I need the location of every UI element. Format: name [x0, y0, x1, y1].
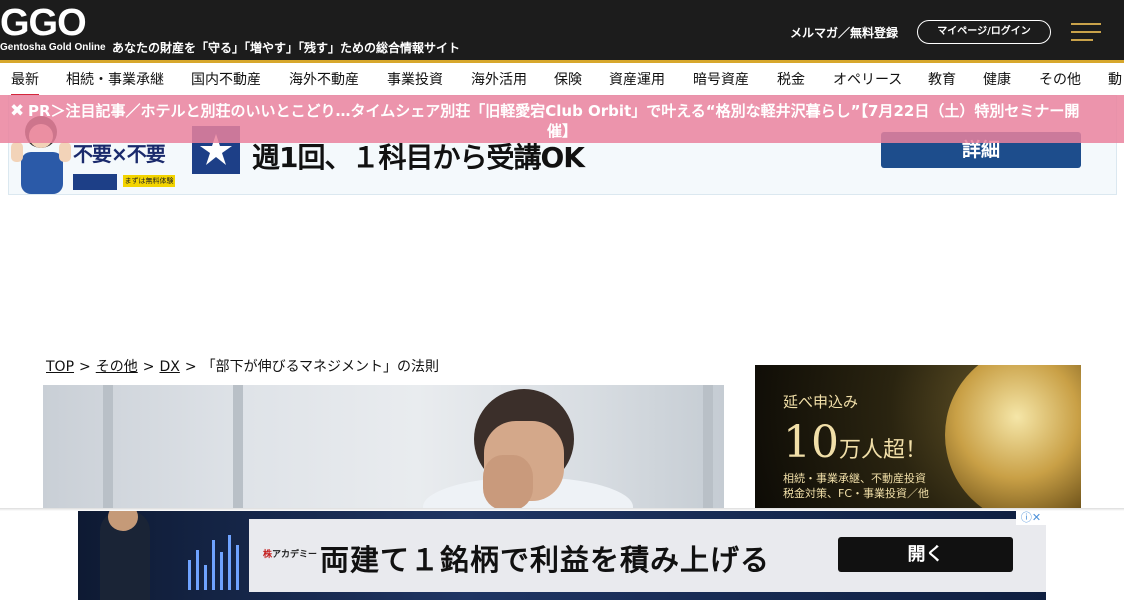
- nav-item-domestic-realestate[interactable]: 国内不動産: [191, 69, 261, 89]
- close-icon[interactable]: ✖: [10, 101, 24, 121]
- chart-bar: [228, 535, 231, 590]
- sidebar-ad-number: 10: [783, 417, 839, 468]
- site-logo[interactable]: GGO: [0, 4, 87, 42]
- free-trial-button[interactable]: まずは無料体験: [123, 175, 175, 187]
- nav-item-asset-management[interactable]: 資産運用: [609, 69, 665, 89]
- nav-item-overseas-use[interactable]: 海外活用: [471, 69, 527, 89]
- chart-bar: [220, 552, 223, 590]
- chart-bar: [196, 550, 199, 590]
- chart-bar: [212, 540, 215, 590]
- breadcrumb-top[interactable]: TOP: [46, 359, 74, 375]
- chart-bar: [204, 565, 207, 590]
- sidebar-ad-line1: 延べ申込み: [783, 393, 859, 411]
- school-logo: [73, 174, 117, 190]
- adchoices-icon[interactable]: ⓘ✕: [1016, 511, 1046, 525]
- window-frame: [233, 385, 243, 510]
- breadcrumb-separator: >: [142, 359, 155, 375]
- sidebar-ad-unit: 万人超！: [839, 438, 928, 463]
- nav-item-video[interactable]: 動: [1108, 69, 1122, 89]
- globe-icon: [945, 365, 1081, 510]
- nav-item-insurance[interactable]: 保険: [554, 69, 582, 89]
- hamburger-icon[interactable]: [1071, 23, 1101, 41]
- nav-item-education[interactable]: 教育: [928, 69, 956, 89]
- bottom-sticky-ad[interactable]: 株アカデミー 両建て１銘柄で利益を積み上げる 開く: [78, 511, 1046, 600]
- advertiser-logo: 株アカデミー: [263, 550, 318, 560]
- sidebar-ad[interactable]: 延べ申込み 10万人超！ 相続・事業承継、不動産投資 税金対策、FC・事業投資／…: [755, 365, 1081, 510]
- nav-item-business-investment[interactable]: 事業投資: [387, 69, 443, 89]
- window-frame: [103, 385, 113, 510]
- nav-item-operating-lease[interactable]: オペリース: [833, 69, 902, 89]
- nav-item-inheritance[interactable]: 相続・事業承継: [66, 69, 164, 89]
- breadcrumb-separator: >: [184, 359, 197, 375]
- nav-item-tax[interactable]: 税金: [777, 69, 805, 89]
- site-logo-subtitle: Gentosha Gold Online: [0, 42, 106, 53]
- breadcrumb-current: 「部下が伸びるマネジメント」の法則: [201, 359, 440, 375]
- article-hero-image: [43, 385, 724, 510]
- breadcrumb-other[interactable]: その他: [96, 359, 138, 375]
- mypage-login-button[interactable]: マイページ/ログイン: [917, 20, 1051, 44]
- mailmag-link[interactable]: メルマガ／無料登録: [790, 24, 898, 41]
- window-frame: [703, 385, 713, 510]
- category-nav: 最新 相続・事業承継 国内不動産 海外不動産 事業投資 海外活用 保険 資産運用…: [0, 63, 1124, 95]
- sidebar-ad-categories-1: 相続・事業承継、不動産投資: [783, 472, 926, 485]
- nav-item-overseas-realestate[interactable]: 海外不動産: [289, 69, 359, 89]
- pr-notice-text[interactable]: PR＞注目記事／ホテルと別荘のいいとこどり…タイムシェア別荘「旧軽愛宕Club …: [28, 103, 1124, 120]
- breadcrumb: TOP > その他 > DX > 「部下が伸びるマネジメント」の法則: [46, 356, 439, 376]
- nav-item-crypto[interactable]: 暗号資産: [693, 69, 749, 89]
- site-header: GGO Gentosha Gold Online あなたの財産を「守る」「増やす…: [0, 0, 1124, 60]
- pr-notice-banner[interactable]: ✖ PR＞注目記事／ホテルと別荘のいいとこどり…タイムシェア別荘「旧軽愛宕Clu…: [0, 95, 1124, 143]
- sidebar-ad-categories: 相続・事業承継、不動産投資 税金対策、FC・事業投資／他: [783, 471, 929, 501]
- open-button[interactable]: 開く: [838, 537, 1013, 572]
- nav-item-latest[interactable]: 最新: [11, 69, 39, 95]
- bottom-ad-panel: 株アカデミー 両建て１銘柄で利益を積み上げる 開く: [249, 519, 1046, 592]
- nav-item-health[interactable]: 健康: [983, 69, 1011, 89]
- breadcrumb-dx[interactable]: DX: [159, 359, 179, 375]
- bottom-ad-headline: 両建て１銘柄で利益を積み上げる: [320, 543, 771, 577]
- man-hand: [483, 455, 533, 510]
- site-tagline: あなたの財産を「守る」「増やす」「残す」ための総合情報サイト: [112, 41, 461, 55]
- sidebar-ad-headline: 10万人超！: [783, 417, 927, 468]
- chart-bar: [188, 560, 191, 590]
- breadcrumb-separator: >: [79, 359, 91, 375]
- sidebar-ad-categories-2: 税金対策、FC・事業投資／他: [783, 487, 930, 500]
- chart-bar: [236, 545, 239, 590]
- nav-item-other[interactable]: その他: [1039, 69, 1081, 89]
- pr-notice-text-continued[interactable]: 催】: [0, 120, 1124, 141]
